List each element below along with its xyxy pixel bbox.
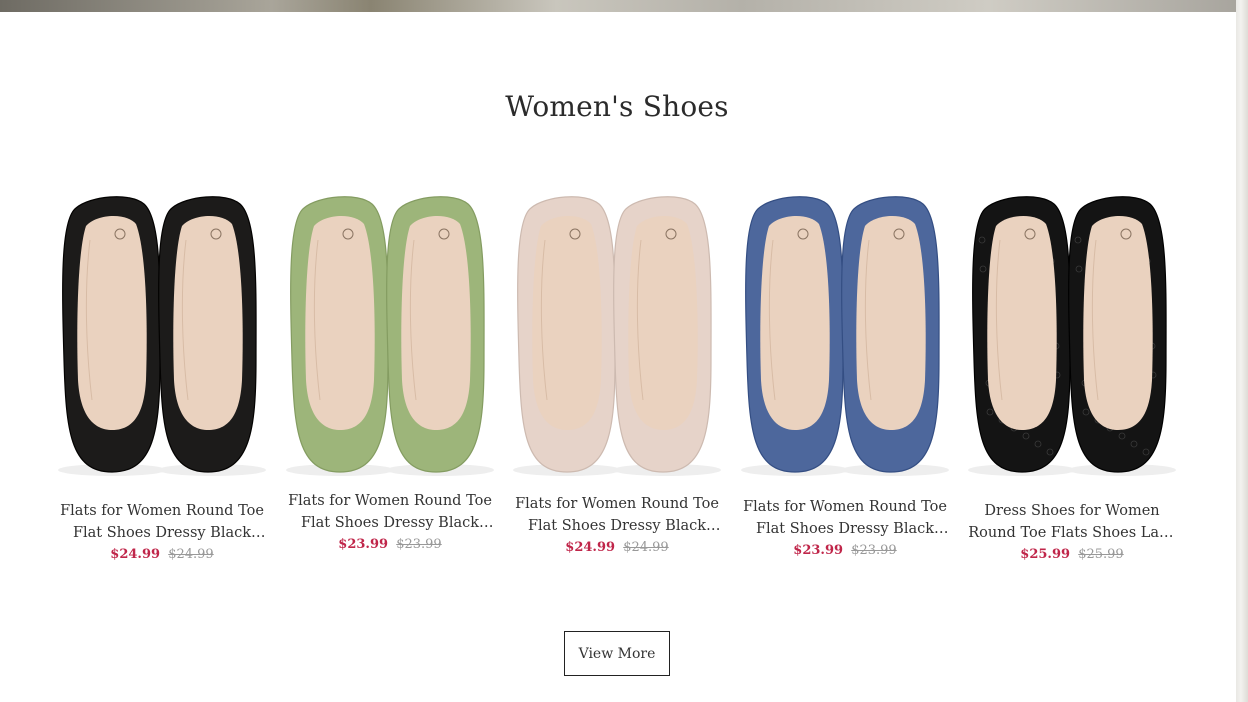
product-grid: Flats for Women Round Toe Flat Shoes Dre… xyxy=(0,0,1234,702)
sale-price: $23.99 xyxy=(793,543,844,558)
product-image[interactable] xyxy=(735,180,955,480)
original-price: $23.99 xyxy=(396,537,442,552)
original-price: $25.99 xyxy=(1078,547,1124,562)
shoe-insole xyxy=(856,215,926,430)
shoe-pair-image xyxy=(968,196,1176,476)
original-price: $23.99 xyxy=(851,543,897,558)
shoe-pair-image xyxy=(741,196,949,476)
sale-price: $23.99 xyxy=(338,537,389,552)
shoe-insole xyxy=(305,215,375,430)
price-row: $23.99 $23.99 xyxy=(280,535,500,555)
sale-price: $25.99 xyxy=(1020,547,1071,562)
product-name[interactable]: Flats for Women Round Toe Flat Shoes Dre… xyxy=(512,493,722,537)
shoe-insole xyxy=(532,215,602,430)
shoe-insole xyxy=(77,215,147,430)
shoe-insole xyxy=(1083,215,1153,430)
sale-price: $24.99 xyxy=(565,540,616,555)
shoe-pair-image xyxy=(513,196,721,476)
shoe-insole xyxy=(760,215,830,430)
shoe-insole xyxy=(628,215,698,430)
view-more-button[interactable]: View More xyxy=(564,631,670,676)
product-card[interactable]: Flats for Women Round Toe Flat Shoes Dre… xyxy=(735,180,955,561)
product-name[interactable]: Dress Shoes for Women Round Toe Flats Sh… xyxy=(967,500,1177,544)
product-name[interactable]: Flats for Women Round Toe Flat Shoes Dre… xyxy=(740,496,950,540)
price-row: $24.99 $24.99 xyxy=(507,538,727,558)
original-price: $24.99 xyxy=(168,547,214,562)
product-card[interactable]: Flats for Women Round Toe Flat Shoes Dre… xyxy=(52,180,272,565)
product-image[interactable] xyxy=(52,180,272,480)
price-row: $24.99 $24.99 xyxy=(52,545,272,565)
product-image[interactable] xyxy=(962,180,1182,480)
product-image[interactable] xyxy=(280,180,500,480)
sale-price: $24.99 xyxy=(110,547,161,562)
shoe-pair-image xyxy=(286,196,494,476)
shoe-insole xyxy=(401,215,471,430)
product-card[interactable]: Dress Shoes for Women Round Toe Flats Sh… xyxy=(962,180,1182,565)
product-image[interactable] xyxy=(507,180,727,480)
product-name[interactable]: Flats for Women Round Toe Flat Shoes Dre… xyxy=(285,490,495,534)
original-price: $24.99 xyxy=(623,540,669,555)
price-row: $23.99 $23.99 xyxy=(735,541,955,561)
shoe-insole xyxy=(173,215,243,430)
shoe-insole xyxy=(987,215,1057,430)
product-card[interactable]: Flats for Women Round Toe Flat Shoes Dre… xyxy=(507,180,727,558)
price-row: $25.99 $25.99 xyxy=(962,545,1182,565)
shoe-pair-image xyxy=(58,196,266,476)
product-card[interactable]: Flats for Women Round Toe Flat Shoes Dre… xyxy=(280,180,500,555)
page-scrollbar[interactable] xyxy=(1236,0,1248,702)
product-name[interactable]: Flats for Women Round Toe Flat Shoes Dre… xyxy=(57,500,267,544)
